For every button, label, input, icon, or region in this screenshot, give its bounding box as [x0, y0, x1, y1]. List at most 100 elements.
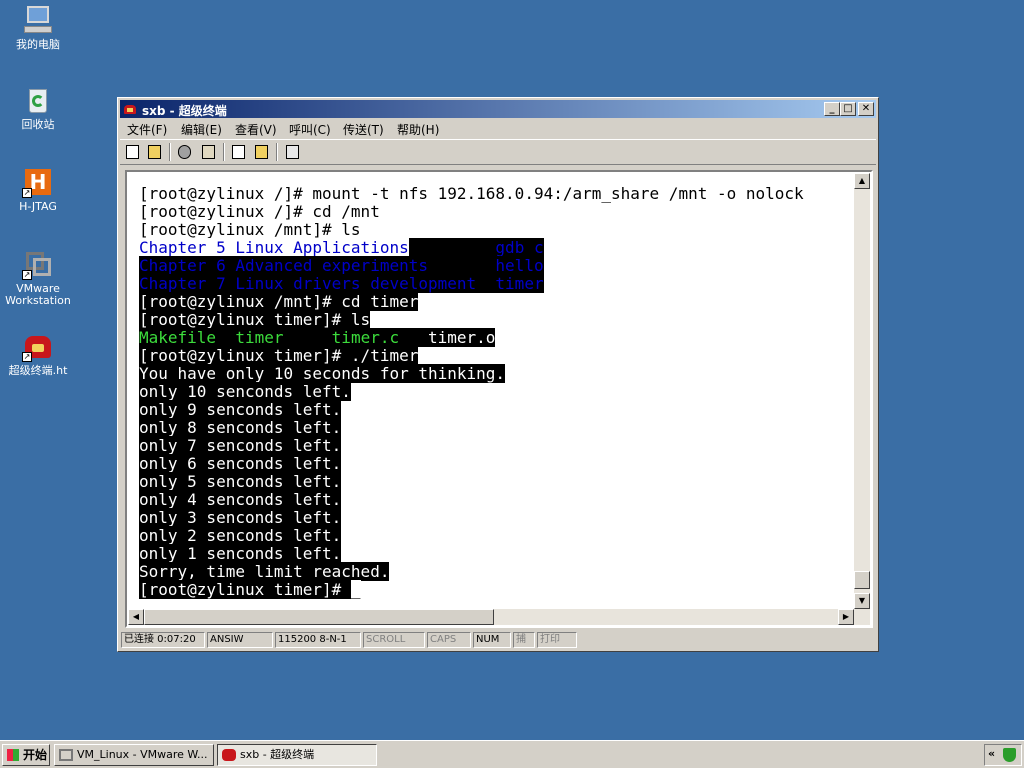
scroll-down-icon[interactable]: ▼: [854, 593, 870, 609]
terminal-output[interactable]: [root@zylinux /]# mount -t nfs 192.168.0…: [139, 185, 859, 605]
send-icon[interactable]: [230, 143, 248, 161]
terminal-line: [root@zylinux timer]# ls: [139, 310, 859, 329]
status-emulation: ANSIW: [207, 632, 273, 648]
hyperterminal-icon: ↗: [22, 330, 54, 362]
terminal-text: only 4 senconds left.: [139, 490, 342, 509]
desktop-icon-hyperterminal[interactable]: ↗ 超级终端.ht: [0, 330, 76, 377]
hyperterminal-icon[interactable]: [123, 102, 137, 116]
terminal-text: only 7 senconds left.: [139, 436, 342, 455]
status-num: NUM: [473, 632, 511, 648]
menu-edit[interactable]: 编辑(E): [181, 121, 222, 138]
terminal-text: [408, 238, 496, 257]
terminal-line: Makefile timer timer.c timer.o: [139, 328, 859, 347]
open-icon[interactable]: [146, 143, 164, 161]
menu-file[interactable]: 文件(F): [127, 121, 167, 138]
desktop-icon-recycle-bin[interactable]: 回收站: [0, 84, 76, 131]
terminal-line: only 9 senconds left.: [139, 400, 859, 419]
close-button[interactable]: ✕: [858, 102, 874, 116]
menu-bar: 文件(F) 编辑(E) 查看(V) 呼叫(C) 传送(T) 帮助(H): [120, 119, 876, 137]
scroll-thumb[interactable]: [854, 571, 870, 589]
terminal-line: You have only 10 seconds for thinking.: [139, 364, 859, 383]
windows-flag-icon: [7, 749, 19, 761]
terminal-text: [root@zylinux /]# cd /mnt: [139, 202, 380, 221]
status-scroll: SCROLL: [363, 632, 425, 648]
terminal-line: only 8 senconds left.: [139, 418, 859, 437]
terminal-text: [root@zylinux timer]#: [139, 580, 351, 599]
desktop-icon-hjtag[interactable]: H ↗ H-JTAG: [0, 166, 76, 213]
menu-view[interactable]: 查看(V): [235, 121, 277, 138]
task-label: VM_Linux - VMware W...: [77, 748, 208, 761]
desktop-icon-label: H-JTAG: [19, 200, 57, 213]
menu-help[interactable]: 帮助(H): [397, 121, 439, 138]
terminal-text: only 3 senconds left.: [139, 508, 342, 527]
terminal-text: [root@zylinux timer]# ls: [139, 310, 371, 329]
desktop-icon-label: 我的电脑: [16, 38, 60, 51]
toolbar-separator: [169, 143, 171, 161]
terminal-line: [root@zylinux /]# cd /mnt: [139, 202, 859, 221]
hyperterminal-icon: [222, 749, 236, 761]
menu-call[interactable]: 呼叫(C): [289, 121, 331, 138]
terminal-line: Chapter_6_Advanced_experiments hello: [139, 256, 859, 275]
terminal-line: only 6 senconds left.: [139, 454, 859, 473]
task-hyperterminal[interactable]: sxb - 超级终端: [217, 744, 377, 766]
status-caps: CAPS: [427, 632, 471, 648]
terminal-text: only 9 senconds left.: [139, 400, 342, 419]
status-bar: 已连接 0:07:20 ANSIW 115200 8-N-1 SCROLL CA…: [120, 631, 876, 649]
terminal-line: Sorry, time limit reached.: [139, 562, 859, 581]
toolbar-separator: [276, 143, 278, 161]
receive-icon[interactable]: [253, 143, 271, 161]
scroll-up-icon[interactable]: ▲: [854, 173, 870, 189]
maximize-button[interactable]: □: [840, 102, 856, 116]
menu-transfer[interactable]: 传送(T): [343, 121, 384, 138]
terminal-text: [root@zylinux timer]# ./timer: [139, 346, 419, 365]
task-vmware[interactable]: VM_Linux - VMware W...: [54, 744, 214, 766]
window-titlebar[interactable]: sxb - 超级终端 _ □ ✕: [120, 100, 876, 118]
scroll-thumb[interactable]: [144, 609, 494, 625]
terminal-text: You have only 10 seconds for thinking.: [139, 364, 506, 383]
terminal-text: Sorry, time limit reached.: [139, 562, 390, 581]
disconnect-icon[interactable]: [176, 143, 194, 161]
new-icon[interactable]: [124, 143, 142, 161]
hyperterminal-window: sxb - 超级终端 _ □ ✕ 文件(F) 编辑(E) 查看(V) 呼叫(C)…: [117, 97, 879, 652]
terminal-text: only 6 senconds left.: [139, 454, 342, 473]
collapse-arrows-icon[interactable]: «: [988, 747, 995, 760]
status-print: 打印: [537, 632, 577, 648]
terminal-text: [283, 328, 332, 347]
desktop-icon-my-computer[interactable]: 我的电脑: [0, 4, 76, 51]
vmware-icon: ↗: [22, 248, 54, 280]
terminal-text: _: [350, 580, 361, 599]
terminal-text: only 1 senconds left.: [139, 544, 342, 563]
terminal-text: only 8 senconds left.: [139, 418, 342, 437]
terminal-area[interactable]: [root@zylinux /]# mount -t nfs 192.168.0…: [125, 170, 873, 628]
terminal-line: only 4 senconds left.: [139, 490, 859, 509]
desktop-icon-vmware[interactable]: ↗ VMware Workstation: [0, 248, 76, 307]
terminal-text: [root@zylinux /mnt]# cd timer: [139, 292, 419, 311]
terminal-line: [root@zylinux timer]# _: [139, 580, 859, 599]
security-shield-icon[interactable]: [1003, 748, 1016, 762]
my-computer-icon: [22, 4, 54, 36]
minimize-button[interactable]: _: [824, 102, 840, 116]
terminal-text: only 5 senconds left.: [139, 472, 342, 491]
horizontal-scrollbar[interactable]: ◀ ▶: [128, 609, 870, 625]
terminal-text: [root@zylinux /]# mount -t nfs 192.168.0…: [139, 185, 804, 203]
start-button[interactable]: 开始: [2, 744, 50, 766]
taskbar: 开始 VM_Linux - VMware W... sxb - 超级终端 «: [0, 740, 1024, 768]
properties-icon[interactable]: [284, 143, 302, 161]
terminal-line: only 1 senconds left.: [139, 544, 859, 563]
terminal-text: Makefile timer: [139, 328, 284, 347]
toolbar-separator: [223, 143, 225, 161]
scroll-left-icon[interactable]: ◀: [128, 609, 144, 625]
terminal-text: [root@zylinux /mnt]# ls: [139, 220, 361, 239]
scroll-right-icon[interactable]: ▶: [838, 609, 854, 625]
terminal-line: [root@zylinux /]# mount -t nfs 192.168.0…: [139, 185, 859, 203]
terminal-line: only 7 senconds left.: [139, 436, 859, 455]
terminal-line: only 5 senconds left.: [139, 472, 859, 491]
terminal-text: Chapter_7_Linux_drivers_development time…: [139, 274, 544, 293]
connect-icon[interactable]: [200, 143, 218, 161]
terminal-line: only 3 senconds left.: [139, 508, 859, 527]
terminal-line: [root@zylinux timer]# ./timer: [139, 346, 859, 365]
terminal-text: only 2 senconds left.: [139, 526, 342, 545]
vertical-scrollbar[interactable]: ▲ ▼: [854, 173, 870, 609]
terminal-text: only 10 senconds left.: [139, 382, 351, 401]
recycle-bin-icon: [22, 84, 54, 116]
